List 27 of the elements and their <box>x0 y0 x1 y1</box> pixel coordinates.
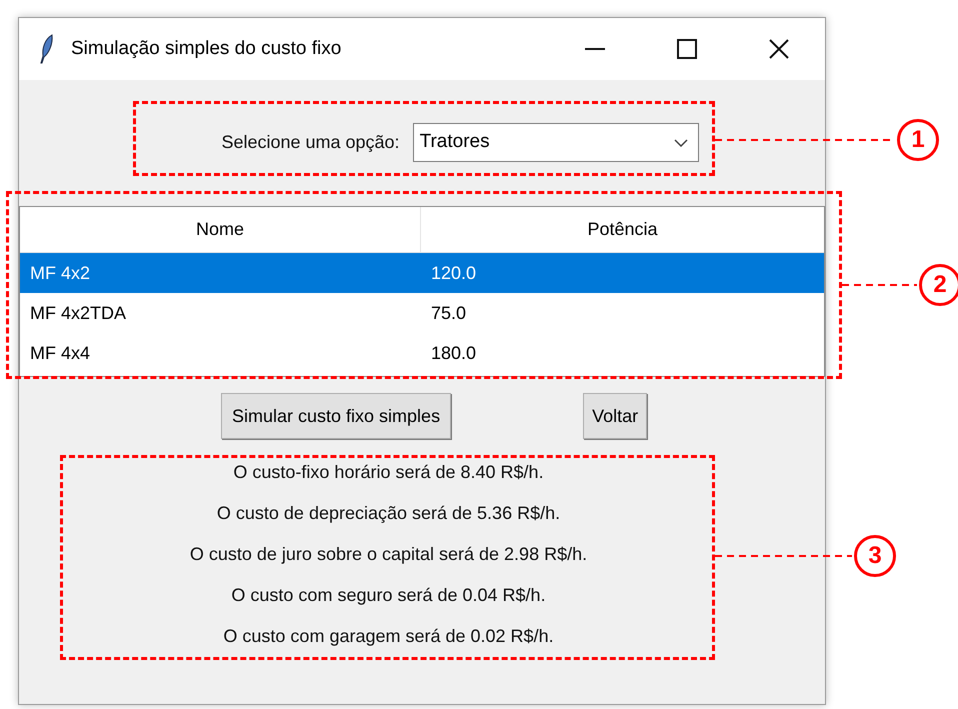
table-cell-text: 75.0 <box>430 302 466 324</box>
close-icon <box>769 39 789 59</box>
table-cell-text: MF 4x2 <box>29 262 92 284</box>
result-text: O custo de juro sobre o capital será de 2.98 R$/h. <box>190 543 588 566</box>
back-button[interactable]: Voltar <box>583 393 648 439</box>
result-text: O custo com garagem será de 0.02 R$/h. <box>223 625 554 648</box>
result-text: O custo-fixo horário será de 8.40 R$/h. <box>233 461 544 484</box>
simulate-button[interactable]: Simular custo fixo simples <box>221 393 452 439</box>
option-dropdown[interactable]: Tratores <box>412 123 699 162</box>
option-label: Selecione uma opção: <box>221 131 400 154</box>
window-title: Simulação simples do custo fixo <box>71 36 342 61</box>
table-cell-text: MF 4x2TDA <box>29 302 128 324</box>
callout-number: 1 <box>897 119 939 161</box>
result-text: O custo de depreciação será de 5.36 R$/h. <box>216 502 560 525</box>
maximize-icon <box>677 39 697 59</box>
minimize-icon <box>585 48 605 50</box>
table-cell-text: 120.0 <box>430 262 476 284</box>
feather-icon <box>40 34 54 64</box>
column-header[interactable]: Nome <box>20 207 421 252</box>
chevron-down-icon <box>674 138 688 146</box>
table-row[interactable]: MF 4x2 120.0 <box>20 253 824 293</box>
column-header[interactable]: Potência <box>421 207 824 252</box>
table-cell-text: MF 4x4 <box>29 342 92 364</box>
callout-number: 3 <box>854 535 896 577</box>
table-cell-text: 180.0 <box>430 342 476 364</box>
callout-number: 2 <box>919 264 958 306</box>
result-text: O custo com seguro será de 0.04 R$/h. <box>231 584 546 607</box>
